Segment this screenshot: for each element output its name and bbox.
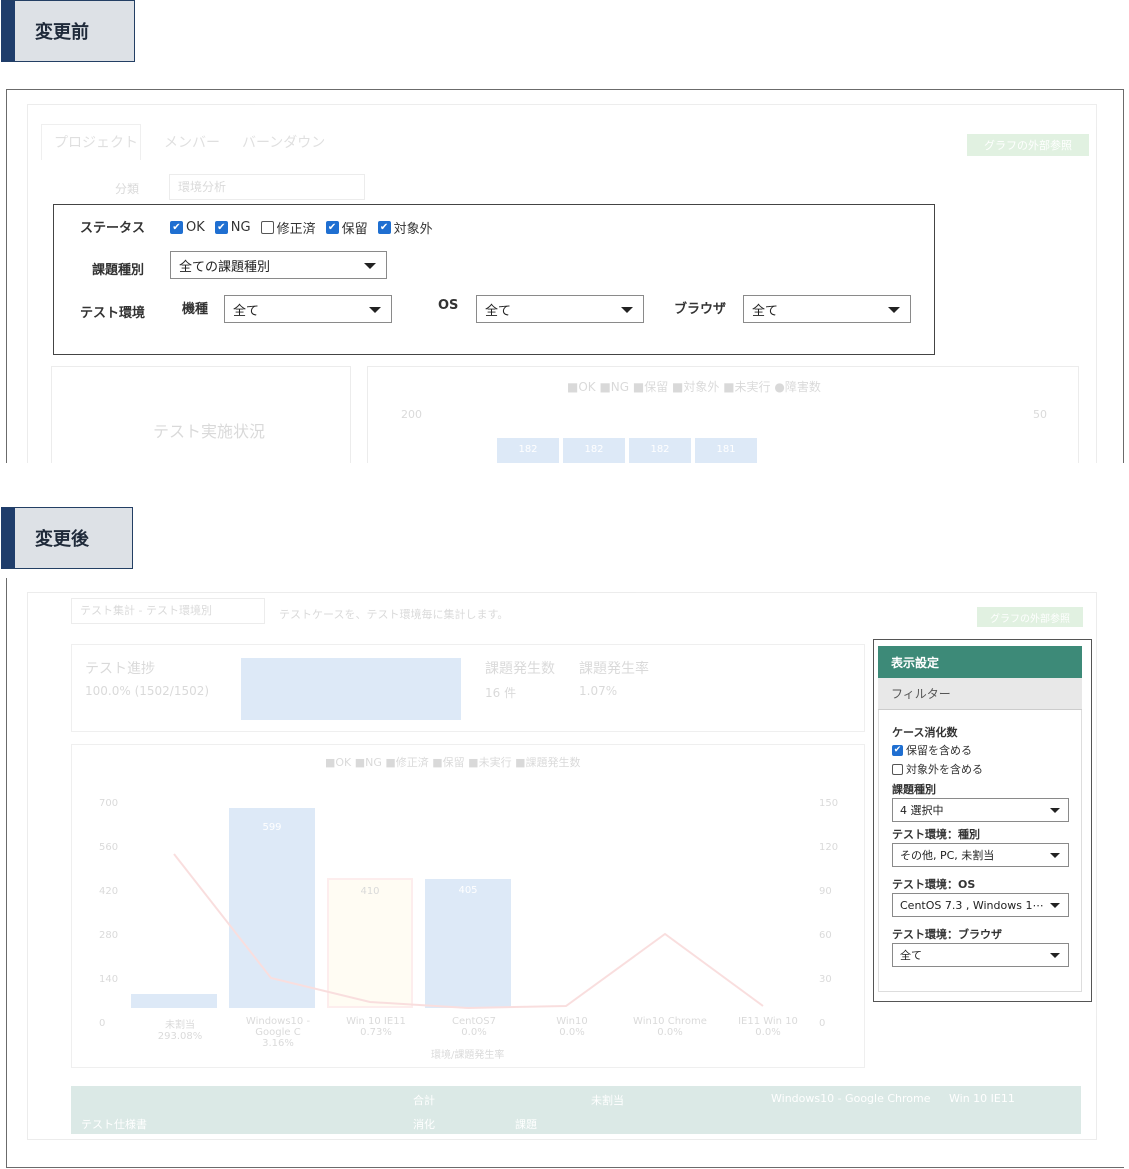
issue-type-select[interactable]: 4 選択中 [892, 798, 1069, 822]
tab-members[interactable]: メンバー [164, 132, 220, 152]
issue-line [173, 853, 764, 1010]
summary-table: 合計 未割当 Windows10 - Google Chrome Win 10 … [71, 1086, 1081, 1134]
status-excluded-checkbox[interactable]: ✔ 対象外 [377, 218, 433, 237]
model-label: 機種 [182, 302, 209, 317]
chevron-down-icon [364, 263, 376, 269]
env-type-label: テスト環境：種別 [892, 828, 980, 841]
env-os-label: テスト環境：OS [892, 878, 976, 891]
category-select[interactable]: 環境分析 [169, 174, 365, 200]
chart-bar: 182 [629, 438, 691, 463]
filter-tab[interactable]: フィルター [878, 678, 1082, 710]
test-status-title: テスト実施状況 [153, 422, 266, 441]
env-browser-select[interactable]: 全て [892, 943, 1069, 967]
browser-label: ブラウザ [674, 302, 727, 317]
chevron-down-icon [1050, 903, 1060, 908]
before-label: 変更前 [1, 0, 135, 62]
issue-type-label: 課題種別 [92, 263, 145, 278]
settings-body: ケース消化数 ✔ 保留を含める 対象外を含める 課題種別 4 選択中 テスト環境：… [878, 710, 1082, 992]
status-fixed-checkbox[interactable]: 修正済 [260, 218, 316, 237]
before-screenshot-frame: プロジェクト メンバー バーンダウン グラフの外部参照 分類 環境分析 テスト実… [6, 89, 1124, 463]
os-label: OS [438, 298, 459, 313]
category-label: 分類 [115, 182, 140, 196]
chart-bar: 181 [695, 438, 757, 463]
issue-type-label: 課題種別 [892, 783, 936, 796]
chevron-down-icon [369, 307, 381, 313]
chevron-down-icon [1050, 808, 1060, 813]
browser-select[interactable]: 全て [743, 295, 911, 323]
model-select[interactable]: 全て [224, 295, 392, 323]
issue-type-select[interactable]: 全ての課題種別 [170, 251, 387, 279]
test-env-label: テスト環境 [80, 306, 146, 321]
chevron-down-icon [621, 307, 633, 313]
tab-project[interactable]: プロジェクト [54, 132, 138, 152]
env-browser-label: テスト環境：ブラウザ [892, 928, 1002, 941]
status-ng-checkbox[interactable]: ✔ NG [214, 220, 251, 235]
chevron-down-icon [888, 307, 900, 313]
status-checkboxes: ✔ OK ✔ NG 修正済 ✔ 保留 ✔ 対象外 [170, 218, 433, 237]
axis-left-top: 200 [401, 408, 422, 421]
status-label: ステータス [80, 221, 146, 236]
axis-right-top: 50 [1033, 408, 1047, 421]
chart-legend: ■OK ■NG ■保留 ■対象外 ■未実行 ●障害数 [567, 380, 821, 394]
os-select[interactable]: 全て [476, 295, 644, 323]
env-type-select[interactable]: その他, PC, 未割当 [892, 843, 1069, 867]
status-hold-checkbox[interactable]: ✔ 保留 [325, 218, 368, 237]
chart-bar: 182 [497, 438, 559, 463]
settings-header: 表示設定 [878, 646, 1082, 678]
share-button[interactable]: グラフの外部参照 [967, 134, 1089, 156]
after-label: 変更後 [1, 507, 133, 569]
include-excluded-checkbox[interactable]: 対象外を含める [892, 761, 983, 777]
share-button[interactable]: グラフの外部参照 [977, 607, 1083, 627]
chevron-down-icon [1050, 853, 1060, 858]
chart-bar: 182 [563, 438, 625, 463]
status-ok-checkbox[interactable]: ✔ OK [170, 220, 205, 235]
env-os-select[interactable]: CentOS 7.3 , Windows 1⋯ [892, 893, 1069, 917]
chevron-down-icon [1050, 953, 1060, 958]
x-labels: 未割当 293.08% Windows10 - Google C 3.16% Win… [157, 1016, 798, 1049]
tab-burndown[interactable]: バーンダウン [242, 132, 325, 152]
before-filter-box: ステータス ✔ OK ✔ NG 修正済 ✔ 保留 ✔ 対象外 課題種別 全ての課題種別 … [53, 204, 935, 355]
x-axis-title: 環境/課題発生率 [431, 1050, 505, 1061]
consumption-label: ケース消化数 [892, 726, 958, 739]
display-settings-panel: 表示設定 フィルター ケース消化数 ✔ 保留を含める 対象外を含める 課題種別 4… [873, 639, 1092, 1002]
include-hold-checkbox[interactable]: ✔ 保留を含める [892, 742, 972, 758]
